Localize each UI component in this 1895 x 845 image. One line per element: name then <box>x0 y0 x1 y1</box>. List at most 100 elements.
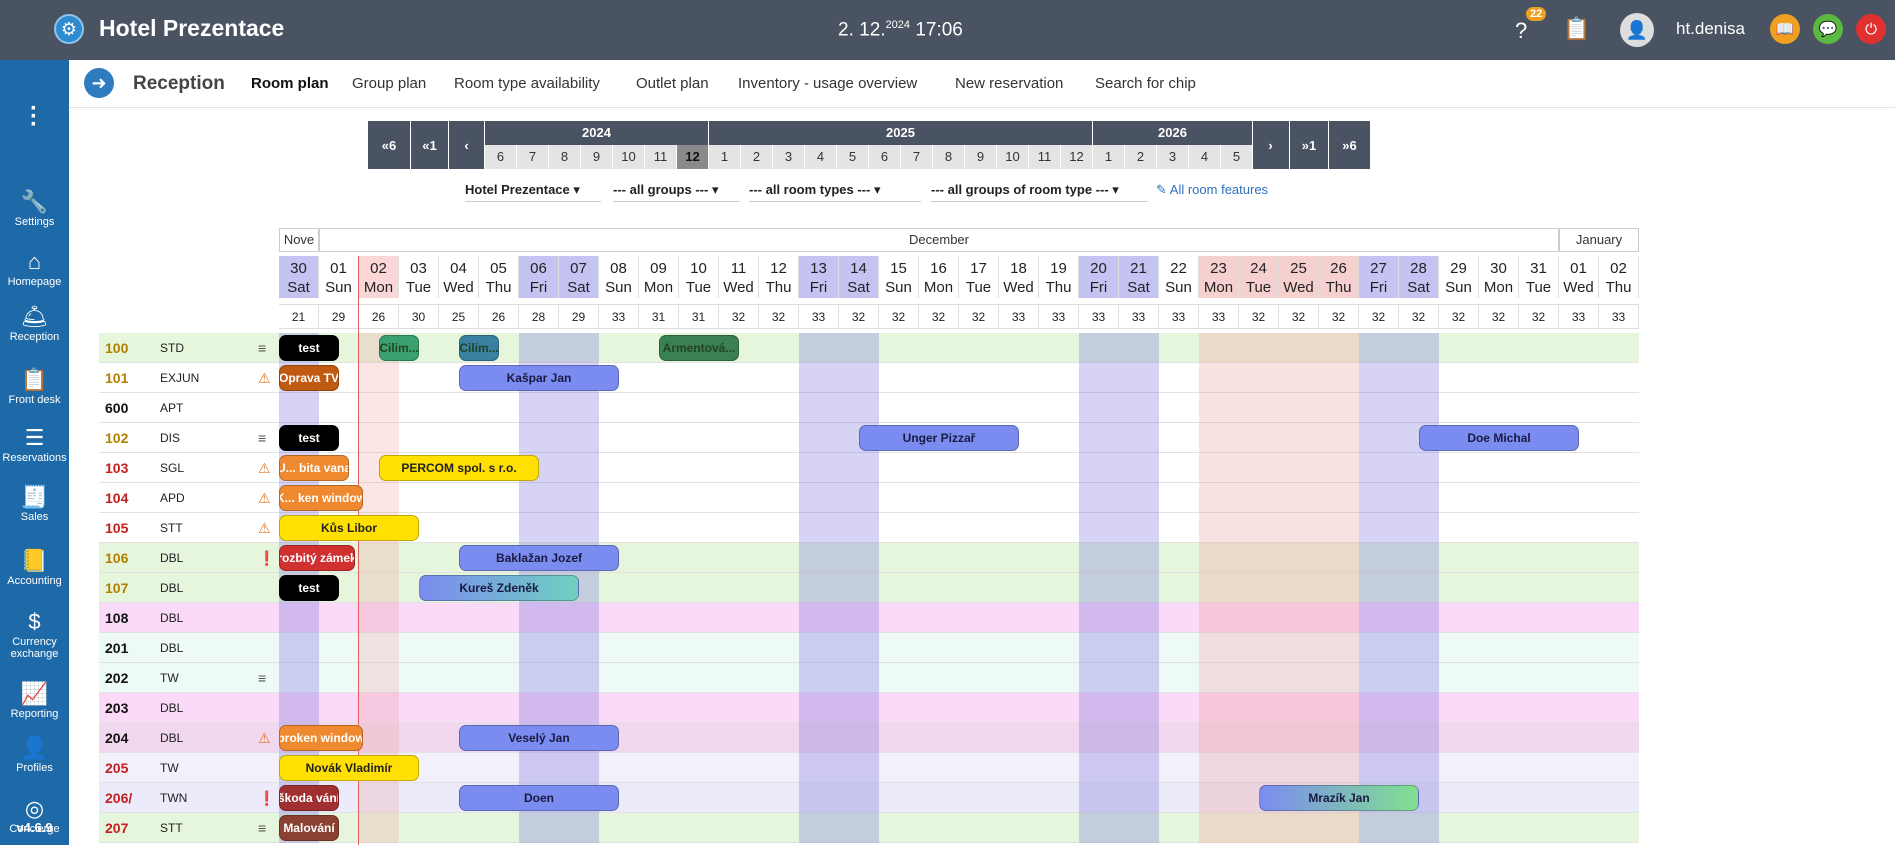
month-button[interactable]: 6 <box>869 145 901 169</box>
room-number[interactable]: 101 <box>105 363 128 393</box>
day-header[interactable]: 24 Tue <box>1239 256 1279 298</box>
month-button[interactable]: 12 <box>677 145 709 169</box>
month-button[interactable]: 3 <box>1157 145 1189 169</box>
user-name[interactable]: ht.denisa <box>1676 19 1745 39</box>
sidebar-item-homepage[interactable]: ⌂ Homepage <box>0 248 69 288</box>
room-number[interactable]: 105 <box>105 513 128 543</box>
month-button[interactable]: 2 <box>741 145 773 169</box>
day-header[interactable]: 10 Tue <box>679 256 719 298</box>
groups-select[interactable]: --- all groups --- ▾ <box>613 182 740 202</box>
day-header[interactable]: 23 Mon <box>1199 256 1239 298</box>
booking-bar[interactable]: Kureš Zdeněk <box>419 575 579 601</box>
room-type-groups-select[interactable]: --- all groups of room type --- ▾ <box>931 182 1148 202</box>
booking-bar[interactable]: broken window <box>279 725 363 751</box>
sidebar-item-settings[interactable]: 🔧 Settings <box>0 188 69 228</box>
tab-new-reservation[interactable]: New reservation <box>955 75 1063 92</box>
month-button[interactable]: 7 <box>901 145 933 169</box>
month-button[interactable]: 10 <box>613 145 645 169</box>
arrow-right-icon[interactable]: ➜ <box>84 68 114 98</box>
month-button[interactable]: 9 <box>581 145 613 169</box>
month-button[interactable]: 4 <box>1189 145 1221 169</box>
question-bulb-icon[interactable]: ? <box>1515 18 1527 44</box>
booking-bar[interactable]: Cilim... <box>459 335 499 361</box>
day-header[interactable]: 05 Thu <box>479 256 519 298</box>
room-number[interactable]: 203 <box>105 693 128 723</box>
room-number[interactable]: 206/ <box>105 783 132 813</box>
avatar[interactable]: 👤 <box>1620 13 1654 47</box>
month-button[interactable]: 11 <box>1029 145 1061 169</box>
day-header[interactable]: 02 Thu <box>1599 256 1639 298</box>
sidebar-item-sales[interactable]: 🧾 Sales <box>0 483 69 523</box>
menu-icon[interactable]: ≡ <box>258 333 266 363</box>
booking-bar[interactable]: rozbitý zámek <box>279 545 355 571</box>
day-header[interactable]: 02 Mon <box>359 256 399 298</box>
month-button[interactable]: 6 <box>485 145 517 169</box>
month-button[interactable]: 12 <box>1061 145 1093 169</box>
nav-fwd6-button[interactable]: »6 <box>1329 121 1371 169</box>
sidebar-item-accounting[interactable]: 📒 Accounting <box>0 547 69 587</box>
day-header[interactable]: 25 Wed <box>1279 256 1319 298</box>
booking-bar[interactable]: U... bita vana <box>279 455 349 481</box>
month-button[interactable]: 1 <box>1093 145 1125 169</box>
sidebar-item-profiles[interactable]: 👤 Profiles <box>0 734 69 774</box>
booking-bar[interactable]: test <box>279 575 339 601</box>
month-button[interactable]: 2 <box>1125 145 1157 169</box>
menu-icon[interactable]: ≡ <box>258 813 266 843</box>
booking-bar[interactable]: Doen <box>459 785 619 811</box>
nav-back6-button[interactable]: «6 <box>368 121 411 169</box>
booking-bar[interactable]: Doe Michal <box>1419 425 1579 451</box>
sidebar-item-reception[interactable]: 🛎 Reception <box>0 303 69 343</box>
room-number[interactable]: 207 <box>105 813 128 843</box>
day-header[interactable]: 31 Tue <box>1519 256 1559 298</box>
tab-group-plan[interactable]: Group plan <box>352 75 426 92</box>
day-header[interactable]: 29 Sun <box>1439 256 1479 298</box>
day-header[interactable]: 14 Sat <box>839 256 879 298</box>
booking-bar[interactable]: škoda vání <box>279 785 339 811</box>
booking-bar[interactable]: test <box>279 425 339 451</box>
sidebar-item-front-desk[interactable]: 📋 Front desk <box>0 366 69 406</box>
warning-icon[interactable]: ⚠ <box>258 483 271 513</box>
tab-room-type-availability[interactable]: Room type availability <box>454 75 600 92</box>
tab-room-plan[interactable]: Room plan <box>251 75 329 92</box>
booking-bar[interactable]: Kašpar Jan <box>459 365 619 391</box>
booking-bar[interactable]: PERCOM spol. s r.o. <box>379 455 539 481</box>
sidebar-item-currency[interactable]: $ Currency exchange <box>0 608 69 660</box>
month-button[interactable]: 8 <box>933 145 965 169</box>
day-header[interactable]: 06 Fri <box>519 256 559 298</box>
day-header[interactable]: 22 Sun <box>1159 256 1199 298</box>
day-header[interactable]: 09 Mon <box>639 256 679 298</box>
booking-bar[interactable]: Unger Pizzař <box>859 425 1019 451</box>
day-header[interactable]: 15 Sun <box>879 256 919 298</box>
more-menu-icon[interactable]: · · · <box>26 97 42 137</box>
chat-icon[interactable]: 💬 <box>1813 14 1843 44</box>
day-header[interactable]: 30 Sat <box>279 256 319 298</box>
book-icon[interactable]: 📖 <box>1770 14 1800 44</box>
day-header[interactable]: 17 Tue <box>959 256 999 298</box>
warning-icon[interactable]: ⚠ <box>258 723 271 753</box>
room-types-select[interactable]: --- all room types --- ▾ <box>749 182 921 202</box>
room-number[interactable]: 201 <box>105 633 128 663</box>
day-header[interactable]: 18 Wed <box>999 256 1039 298</box>
clipboard-check-icon[interactable]: 📋 <box>1563 16 1590 42</box>
day-header[interactable]: 03 Tue <box>399 256 439 298</box>
month-button[interactable]: 5 <box>1221 145 1253 169</box>
month-button[interactable]: 4 <box>805 145 837 169</box>
month-button[interactable]: 1 <box>709 145 741 169</box>
room-number[interactable]: 107 <box>105 573 128 603</box>
room-number[interactable]: 600 <box>105 393 128 423</box>
day-header[interactable]: 04 Wed <box>439 256 479 298</box>
day-header[interactable]: 28 Sat <box>1399 256 1439 298</box>
month-button[interactable]: 3 <box>773 145 805 169</box>
booking-bar[interactable]: Oprava TV <box>279 365 339 391</box>
error-icon[interactable]: ❗ <box>258 543 275 573</box>
day-header[interactable]: 16 Mon <box>919 256 959 298</box>
room-number[interactable]: 108 <box>105 603 128 633</box>
menu-icon[interactable]: ≡ <box>258 423 266 453</box>
month-button[interactable]: 7 <box>517 145 549 169</box>
day-header[interactable]: 01 Sun <box>319 256 359 298</box>
month-button[interactable]: 9 <box>965 145 997 169</box>
warning-icon[interactable]: ⚠ <box>258 363 271 393</box>
booking-bar[interactable]: Malování <box>279 815 339 841</box>
warning-icon[interactable]: ⚠ <box>258 453 271 483</box>
room-number[interactable]: 205 <box>105 753 128 783</box>
